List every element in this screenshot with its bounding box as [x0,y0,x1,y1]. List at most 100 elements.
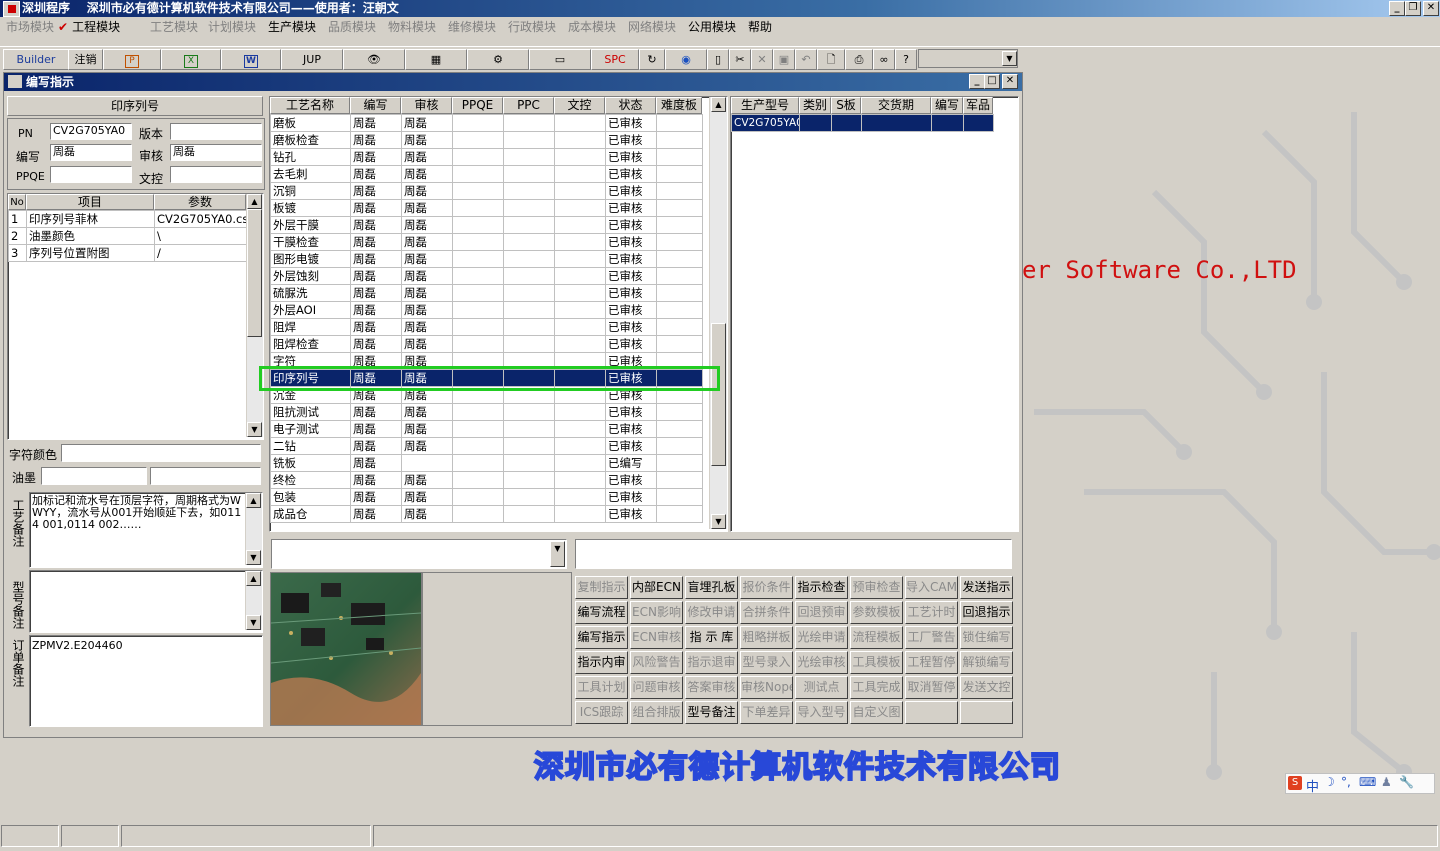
process-cell[interactable] [452,148,504,166]
process-cell[interactable] [503,165,555,183]
menu-item[interactable]: ✔ 工程模块 [58,19,120,35]
process-cell[interactable] [503,250,555,268]
process-cell[interactable]: 成品仓 [270,505,351,523]
process-cell[interactable]: 周磊 [401,267,453,285]
action-button[interactable]: 编写指示 [575,626,628,649]
action-button[interactable]: 答案审核 [685,676,738,699]
process-col-header[interactable]: 状态 [605,97,656,114]
process-cell[interactable]: 周磊 [401,233,453,251]
ink-field-2[interactable] [150,467,261,485]
find-button[interactable]: ∞ [873,49,895,70]
process-cell[interactable]: 周磊 [350,335,402,353]
process-row[interactable]: 板镀 周磊 周磊 已审核 [270,199,703,217]
process-cell[interactable]: 终检 [270,471,351,489]
action-button[interactable]: 光绘申请 [795,626,848,649]
model-cell[interactable]: CV2G705YA0 [731,114,800,132]
cut-button[interactable]: ✂ [729,49,751,70]
process-cell[interactable] [554,165,606,183]
process-cell[interactable] [554,148,606,166]
process-cell[interactable]: 已审核 [605,420,657,438]
process-row[interactable]: 阻焊检查 周磊 周磊 已审核 [270,335,703,353]
network-button[interactable]: ⚙ [467,49,529,70]
process-row[interactable]: 沉铜 周磊 周磊 已审核 [270,182,703,200]
process-row[interactable]: 铣板 周磊 已编写 [270,454,703,472]
process-cell[interactable] [452,403,504,421]
process-cell[interactable] [656,403,703,421]
process-cell[interactable]: 周磊 [350,250,402,268]
computer-button[interactable]: ▭ [529,49,591,70]
restore-button[interactable]: ❐ [1405,1,1421,16]
param-cell[interactable]: 1 [8,210,27,228]
process-cell[interactable]: 周磊 [350,233,402,251]
process-cell[interactable] [554,284,606,302]
process-cell[interactable] [554,403,606,421]
process-cell[interactable] [452,488,504,506]
remark-input[interactable] [575,539,1012,569]
param-cell[interactable]: / [154,244,247,262]
moon-icon[interactable]: ☽ [1324,775,1335,789]
menu-item[interactable]: 品质模块 [328,19,376,35]
process-cell[interactable]: 已审核 [605,250,657,268]
action-button[interactable]: 工具模板 [850,651,903,674]
process-cell[interactable] [503,148,555,166]
help-button[interactable]: ? [895,49,917,70]
menu-item[interactable]: 成本模块 [568,19,616,35]
param-scrollbar[interactable]: ▲ ▼ [246,194,263,437]
process-cell[interactable] [656,335,703,353]
process-cell[interactable] [554,216,606,234]
process-cell[interactable] [656,318,703,336]
process-cell[interactable]: 已审核 [605,403,657,421]
process-cell[interactable] [656,131,703,149]
toolbar-dropdown[interactable]: ▼ [918,49,1018,68]
process-cell[interactable] [554,318,606,336]
process-note-box[interactable]: 加标记和流水号在顶层字符，周期格式为WWYY，流水号从001开始顺延下去，如01… [29,492,263,568]
process-cell[interactable]: 已审核 [605,471,657,489]
minimize-button[interactable]: _ [1389,1,1405,16]
process-row[interactable]: 包装 周磊 周磊 已审核 [270,488,703,506]
process-cell[interactable] [554,335,606,353]
action-button[interactable]: 锁住编写 [960,626,1013,649]
browser-button[interactable]: ◉ [665,49,707,70]
action-button[interactable]: 编写流程 [575,601,628,624]
process-cell[interactable] [452,233,504,251]
process-row[interactable]: 二钻 周磊 周磊 已审核 [270,437,703,455]
process-cell[interactable] [656,471,703,489]
action-button[interactable]: 合拼条件 [740,601,793,624]
process-cell[interactable] [656,182,703,200]
process-cell[interactable]: 周磊 [401,318,453,336]
process-cell[interactable] [554,114,606,132]
eye-button[interactable]: 👁 [343,49,405,70]
process-cell[interactable] [452,284,504,302]
model-col-header[interactable]: 军品 [963,97,993,114]
process-cell[interactable]: 周磊 [350,148,402,166]
process-cell[interactable]: 周磊 [350,165,402,183]
process-row[interactable]: 外层AOI 周磊 周磊 已审核 [270,301,703,319]
process-cell[interactable] [503,199,555,217]
process-cell[interactable]: 去毛刺 [270,165,351,183]
process-cell[interactable] [656,250,703,268]
process-cell[interactable] [656,267,703,285]
action-button[interactable]: 型号备注 [685,701,738,724]
scroll-down-icon[interactable]: ▼ [246,615,261,630]
process-cell[interactable] [452,267,504,285]
process-cell[interactable]: 周磊 [401,488,453,506]
process-cell[interactable] [554,182,606,200]
char-color-select[interactable] [61,444,261,462]
process-cell[interactable]: 已审核 [605,114,657,132]
menu-item[interactable]: 维修模块 [448,19,496,35]
process-cell[interactable] [503,301,555,319]
action-button[interactable]: 型号录入 [740,651,793,674]
logout-button[interactable]: 注销 [68,49,103,70]
scroll-up-icon[interactable]: ▲ [246,571,261,586]
param-cell[interactable]: CV2G705YA0.csls [154,210,247,228]
process-cell[interactable]: 阻焊检查 [270,335,351,353]
action-button[interactable]: 工具完成 [850,676,903,699]
process-cell[interactable] [452,505,504,523]
process-cell[interactable]: 已审核 [605,505,657,523]
process-cell[interactable]: 周磊 [401,420,453,438]
model-note-box[interactable]: ▲ ▼ [29,570,263,633]
new-button[interactable]: ▯ [707,49,729,70]
process-cell[interactable]: 已审核 [605,182,657,200]
process-cell[interactable]: 周磊 [401,216,453,234]
process-cell[interactable] [503,437,555,455]
